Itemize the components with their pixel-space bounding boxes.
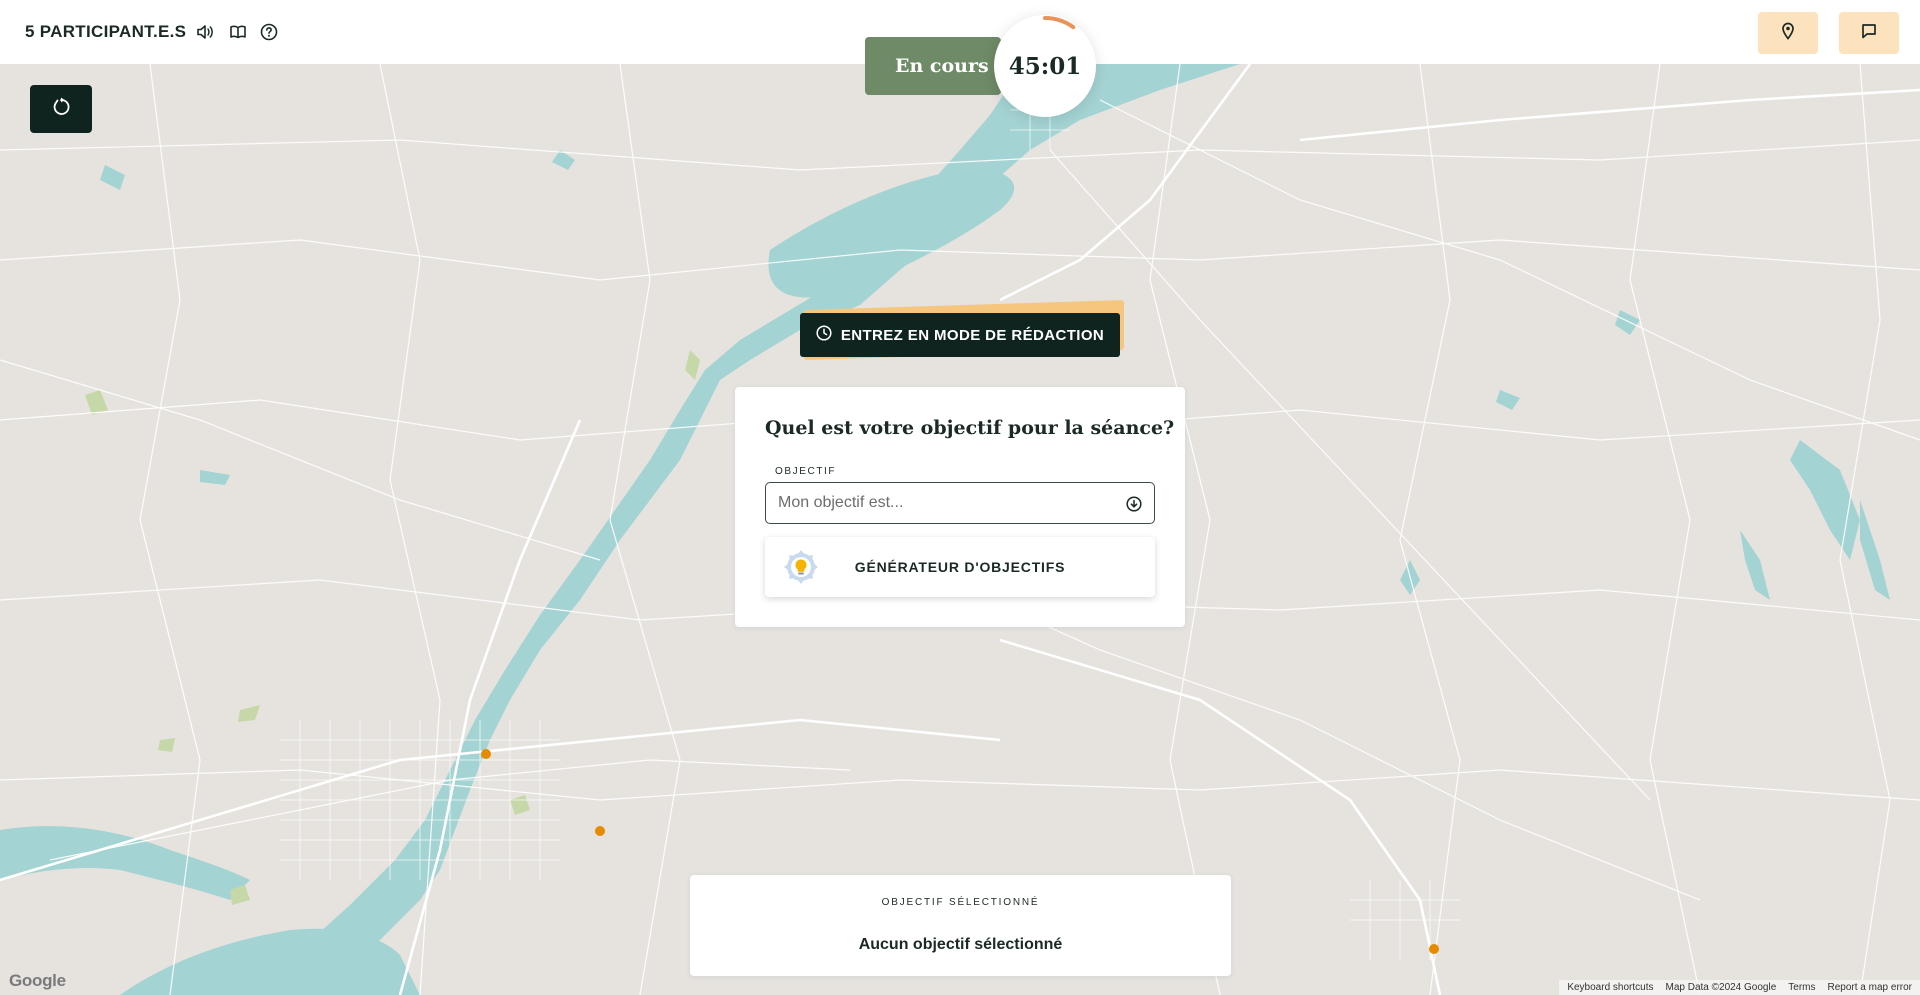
submit-arrow-icon[interactable] — [1124, 494, 1144, 514]
map-attribution-bar: Keyboard shortcuts Map Data ©2024 Google… — [1559, 980, 1920, 995]
help-icon[interactable] — [259, 22, 279, 42]
map-marker[interactable] — [595, 826, 605, 836]
draft-mode-wrapper: ENTREZ EN MODE DE RÉDACTION — [800, 299, 1124, 361]
objective-generator-button[interactable]: GÉNÉRATEUR D'OBJECTIFS — [765, 537, 1155, 597]
session-status-badge: En cours — [865, 37, 1001, 95]
keyboard-shortcuts-link[interactable]: Keyboard shortcuts — [1567, 982, 1653, 993]
participant-count: 5 PARTICIPANT.E.S — [25, 22, 187, 41]
session-status-label: En cours — [895, 55, 989, 77]
map-marker[interactable] — [1429, 944, 1439, 954]
session-timer: 45:01 — [994, 15, 1096, 117]
selected-objective-label: OBJECTIF SÉLECTIONNÉ — [881, 897, 1040, 908]
timer-value: 45:01 — [1008, 52, 1082, 80]
draft-mode-label: ENTREZ EN MODE DE RÉDACTION — [840, 326, 1105, 344]
book-icon[interactable] — [228, 22, 248, 42]
volume-icon[interactable] — [195, 22, 215, 42]
objective-input[interactable] — [765, 482, 1155, 524]
chat-button[interactable] — [1839, 12, 1899, 54]
map-marker[interactable] — [481, 749, 491, 759]
objective-generator-label: GÉNÉRATEUR D'OBJECTIFS — [854, 559, 1066, 575]
selected-objective-panel: OBJECTIF SÉLECTIONNÉ Aucun objectif séle… — [690, 875, 1231, 976]
draft-mode-button[interactable]: ENTREZ EN MODE DE RÉDACTION — [800, 313, 1120, 357]
objective-card: Quel est votre objectif pour la séance? … — [735, 387, 1185, 627]
terms-link[interactable]: Terms — [1788, 982, 1815, 993]
location-button[interactable] — [1758, 12, 1818, 54]
objective-field-label: OBJECTIF — [775, 466, 837, 477]
chat-icon — [1861, 23, 1877, 44]
refresh-button[interactable] — [30, 85, 92, 133]
selected-objective-value: Aucun objectif sélectionné — [858, 936, 1063, 953]
clock-icon — [816, 325, 832, 345]
location-pin-icon — [1781, 22, 1795, 45]
map-data-text: Map Data ©2024 Google — [1665, 982, 1777, 993]
objective-question: Quel est votre objectif pour la séance? — [765, 417, 1175, 439]
report-error-link[interactable]: Report a map error — [1828, 982, 1912, 993]
refresh-icon — [49, 95, 73, 124]
lightbulb-icon — [781, 547, 821, 587]
google-logo[interactable]: Google — [9, 971, 66, 991]
